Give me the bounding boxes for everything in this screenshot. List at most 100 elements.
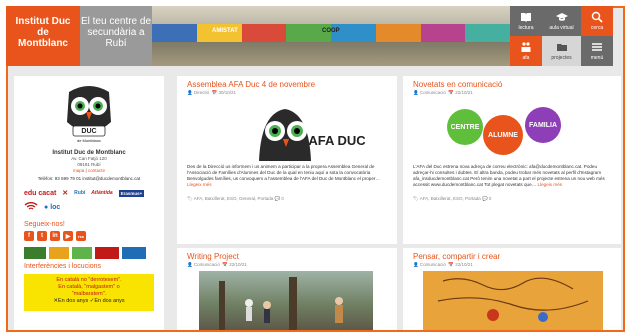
post-card: Pensar, compartir i crear 👤 Comunicació … bbox=[403, 248, 621, 330]
comment-count[interactable]: 0 bbox=[489, 196, 492, 201]
wifi-icon[interactable] bbox=[24, 201, 38, 213]
post-author[interactable]: Directió bbox=[194, 90, 209, 95]
partner-logos: edu cacat ✕ Rubí Atlántida Erasmus+ bbox=[24, 189, 154, 197]
social-links: f t in ▶ rss bbox=[24, 231, 154, 241]
book-icon bbox=[521, 13, 531, 22]
post-author[interactable]: Comunicació bbox=[420, 90, 446, 95]
atlantida-logo[interactable]: Atlántida bbox=[91, 190, 112, 196]
virtual-classroom-button[interactable]: aula virtual bbox=[542, 6, 581, 36]
comment-count[interactable]: 0 bbox=[281, 196, 284, 201]
tip-line: ✕En dos anys ✓En dos anys bbox=[53, 298, 125, 304]
post-excerpt: Des de la Direcció us informem i us anim… bbox=[187, 164, 387, 188]
toolbar-label: projectes bbox=[551, 55, 572, 61]
search-icon bbox=[591, 11, 603, 23]
toolbar-label: afa bbox=[522, 55, 530, 61]
school-logo: DUC de Montblanc bbox=[24, 82, 154, 146]
tagline-line: El teu centre de bbox=[80, 16, 152, 27]
post-thumbnail[interactable] bbox=[423, 271, 603, 330]
tagline-line: Rubí bbox=[105, 38, 127, 49]
post-tags-text[interactable]: AFA, Batxillerat, ESO, Portada bbox=[420, 196, 481, 201]
post-meta: 👤 Comunicació 📅 22/10/21 bbox=[413, 90, 473, 95]
phone-email: Telèfon: 93 699 79 01 institut@ducdemont… bbox=[37, 176, 141, 181]
post-title[interactable]: Pensar, compartir i crear bbox=[413, 252, 611, 261]
sidebar: DUC de Montblanc Institut Duc de Montbla… bbox=[14, 76, 164, 330]
post-author[interactable]: Comunicació bbox=[420, 262, 446, 267]
erasmus-logo[interactable]: Erasmus+ bbox=[118, 189, 145, 197]
menu-button[interactable]: menú bbox=[581, 36, 613, 66]
facebook-icon[interactable]: f bbox=[24, 231, 34, 241]
menu-icon bbox=[592, 43, 602, 51]
post-excerpt-text: Des de la Direcció us informem i us anim… bbox=[187, 164, 381, 181]
program-logo-duc[interactable] bbox=[24, 247, 46, 259]
toolbar-label: aula virtual bbox=[549, 25, 574, 31]
generalitat-logo[interactable]: ✕ bbox=[62, 189, 68, 197]
post-thumbnail[interactable] bbox=[199, 271, 373, 330]
post-meta: 👤 Directió 📅 30/10/21 bbox=[187, 90, 237, 95]
language-tip-box: En català no "derrotesem". En català, "m… bbox=[24, 274, 154, 311]
family-icon bbox=[521, 42, 531, 52]
loc-text: loc bbox=[50, 203, 61, 211]
tip-line: "malbaratem". bbox=[71, 291, 107, 297]
folder-icon bbox=[556, 44, 567, 51]
site-header: Institut Duc de Montblanc El teu centre … bbox=[6, 6, 613, 71]
post-excerpt-text: L'AFA del Duc estrena nova adreça de cor… bbox=[413, 164, 605, 187]
educacat-logo[interactable]: edu cacat bbox=[24, 190, 56, 197]
afa-button[interactable]: afa bbox=[510, 36, 542, 66]
post-title[interactable]: Writing Project bbox=[187, 252, 387, 261]
brand-line: de bbox=[37, 27, 49, 38]
post-card: Writing Project 👤 Comunicació 📅 22/10/21 bbox=[177, 248, 397, 330]
header-toolbar: lectura aula virtual cerca afa projectes… bbox=[510, 6, 613, 66]
mural-word: COOP bbox=[322, 28, 340, 34]
instagram-icon[interactable]: in bbox=[50, 231, 60, 241]
tip-line: En català, "malgastem" o bbox=[58, 284, 120, 290]
reading-button[interactable]: lectura bbox=[510, 6, 542, 36]
read-more-link[interactable]: Llegeix més bbox=[538, 182, 563, 187]
youtube-icon[interactable]: ▶ bbox=[63, 231, 73, 241]
read-more-link[interactable]: Llegeix més bbox=[187, 182, 212, 187]
thumb-label: AFA DUC bbox=[308, 133, 366, 148]
post-thumbnail[interactable]: CENTRE ALUMNE FAMILIA bbox=[423, 99, 593, 161]
address: Av. Can Fatjó 120 08191 Rubí mapa | cont… bbox=[24, 156, 154, 174]
gear-label: FAMILIA bbox=[529, 122, 557, 129]
brand-line: Institut Duc bbox=[15, 16, 71, 27]
post-card: Assemblea AFA Duc 4 de novembre 👤 Direct… bbox=[177, 76, 397, 244]
post-date: 22/10/21 bbox=[229, 262, 247, 267]
program-logo-5[interactable] bbox=[122, 247, 146, 259]
site-tagline: El teu centre de secundària a Rubí bbox=[80, 6, 152, 66]
program-logos bbox=[24, 247, 154, 259]
post-excerpt: L'AFA del Duc estrena nova adreça de cor… bbox=[413, 164, 611, 188]
post-title[interactable]: Assemblea AFA Duc 4 de novembre bbox=[187, 80, 387, 89]
header-banner-image: AMISTAT COOP bbox=[152, 6, 510, 66]
brand-line: Montblanc bbox=[18, 38, 68, 49]
search-button[interactable]: cerca bbox=[581, 6, 613, 36]
gear-label: ALUMNE bbox=[488, 132, 518, 139]
post-date: 22/10/21 bbox=[455, 262, 473, 267]
partner-logos-2: ● loc bbox=[24, 201, 154, 213]
gear-label: CENTRE bbox=[451, 124, 480, 131]
post-meta: 👤 Comunicació 📅 22/10/21 bbox=[187, 262, 247, 267]
rss-icon[interactable]: rss bbox=[76, 231, 86, 241]
post-title[interactable]: Novetats en comunicació bbox=[413, 80, 611, 89]
program-logo-3[interactable] bbox=[72, 247, 92, 259]
loc-logo[interactable]: ● loc bbox=[44, 204, 60, 211]
post-meta: 👤 Comunicació 📅 22/10/21 bbox=[413, 262, 473, 267]
site-logo[interactable]: Institut Duc de Montblanc bbox=[6, 6, 80, 66]
post-card: Novetats en comunicació 👤 Comunicació 📅 … bbox=[403, 76, 621, 244]
toolbar-label: cerca bbox=[590, 25, 604, 31]
post-tags-text[interactable]: AFA, Batxillerat, ESO, General, Portada bbox=[194, 196, 274, 201]
program-logo-2[interactable] bbox=[49, 247, 69, 259]
post-author[interactable]: Comunicació bbox=[194, 262, 220, 267]
owl-logo-label: DUC bbox=[81, 128, 96, 135]
rubi-logo[interactable]: Rubí bbox=[74, 190, 85, 196]
contact-link[interactable]: contacte bbox=[88, 168, 105, 173]
twitter-icon[interactable]: t bbox=[37, 231, 47, 241]
tip-line: En català no "derrotesem". bbox=[56, 277, 122, 283]
toolbar-label: lectura bbox=[518, 25, 534, 31]
projects-button[interactable]: projectes bbox=[542, 36, 581, 66]
post-tags: 🏷 AFA, Batxillerat, ESO, General, Portad… bbox=[187, 196, 284, 201]
map-link[interactable]: mapa bbox=[73, 168, 84, 173]
post-thumbnail[interactable]: AFA DUC bbox=[199, 99, 373, 161]
program-logo-4[interactable] bbox=[95, 247, 119, 259]
interference-title: Interferències i locucions bbox=[24, 263, 102, 270]
mural-word: AMISTAT bbox=[212, 28, 238, 34]
